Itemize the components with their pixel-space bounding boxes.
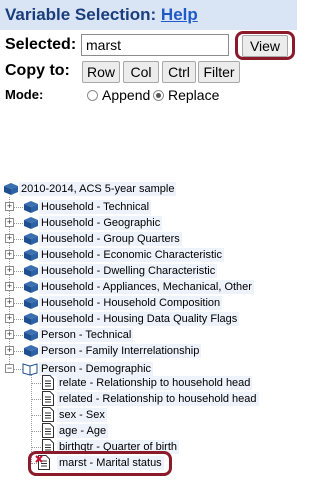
book-icon: [24, 345, 38, 357]
expand-icon[interactable]: +: [5, 234, 14, 243]
book-icon: [24, 281, 38, 293]
tree-variable[interactable]: age - Age: [0, 423, 297, 439]
tree-variable[interactable]: sex - Sex: [0, 407, 297, 423]
tree-group-label: Household - Appliances, Mechanical, Othe…: [39, 280, 254, 294]
document-icon: [42, 407, 54, 422]
document-icon: [42, 391, 54, 406]
tree-root-label: 2010-2014, ACS 5-year sample: [19, 182, 177, 196]
book-icon: [24, 329, 38, 341]
tree-group-label: Person - Demographic: [39, 362, 154, 376]
book-icon: [24, 313, 38, 325]
tree-line: [31, 447, 41, 448]
tree-group[interactable]: + Household - Appliances, Mechanical, Ot…: [0, 279, 297, 295]
selected-variable-highlight: [28, 451, 172, 476]
tree-variable-label: sex - Sex: [57, 408, 107, 422]
expand-icon[interactable]: +: [5, 282, 14, 291]
tree-variable-label: relate - Relationship to household head: [57, 376, 253, 390]
expand-icon[interactable]: +: [5, 346, 14, 355]
tree-group-label: Household - Household Composition: [39, 296, 223, 310]
tree-group[interactable]: + Household - Geographic: [0, 215, 297, 231]
tree-variable-label: related - Relationship to household head: [57, 392, 259, 406]
variable-tree: 2010-2014, ACS 5-year sample + Household…: [0, 0, 297, 500]
document-icon: [42, 375, 54, 390]
book-icon: [24, 297, 38, 309]
tree-group[interactable]: + Household - Group Quarters: [0, 231, 297, 247]
tree-group[interactable]: + Household - Technical: [0, 199, 297, 215]
tree-root[interactable]: 2010-2014, ACS 5-year sample: [0, 181, 297, 197]
tree-variable[interactable]: relate - Relationship to household head: [0, 375, 297, 391]
tree-variable[interactable]: related - Relationship to household head: [0, 391, 297, 407]
tree-group-label: Person - Technical: [39, 328, 134, 342]
expand-icon[interactable]: +: [5, 202, 14, 211]
expand-icon[interactable]: +: [5, 298, 14, 307]
tree-group[interactable]: + Person - Technical: [0, 327, 297, 343]
book-icon: [24, 233, 38, 245]
expand-icon[interactable]: +: [5, 250, 14, 259]
expand-icon[interactable]: +: [5, 314, 14, 323]
tree-group[interactable]: + Person - Family Interrelationship: [0, 343, 297, 359]
open-book-icon: [22, 363, 38, 376]
tree-line: [31, 383, 41, 384]
expand-icon[interactable]: +: [5, 330, 14, 339]
tree-line: [31, 399, 41, 400]
collapse-icon[interactable]: −: [5, 364, 14, 373]
tree-group-label: Household - Technical: [39, 200, 152, 214]
tree-group-label: Person - Family Interrelationship: [39, 344, 202, 358]
tree-group-label: Household - Dwelling Characteristic: [39, 264, 218, 278]
tree-group-label: Household - Housing Data Quality Flags: [39, 312, 240, 326]
tree-group[interactable]: + Household - Dwelling Characteristic: [0, 263, 297, 279]
tree-group[interactable]: + Household - Economic Characteristic: [0, 247, 297, 263]
document-icon: [42, 423, 54, 438]
book-icon: [24, 265, 38, 277]
tree-group-label: Household - Group Quarters: [39, 232, 182, 246]
book-icon: [24, 201, 38, 213]
expand-icon[interactable]: +: [5, 266, 14, 275]
tree-group[interactable]: + Household - Household Composition: [0, 295, 297, 311]
tree-group[interactable]: + Household - Housing Data Quality Flags: [0, 311, 297, 327]
tree-line: [31, 431, 41, 432]
tree-variable-label: age - Age: [57, 424, 109, 438]
expand-icon[interactable]: +: [5, 218, 14, 227]
book-icon: [4, 183, 18, 195]
tree-line: [31, 415, 41, 416]
tree-group-label: Household - Geographic: [39, 216, 163, 230]
book-icon: [24, 217, 38, 229]
tree-group-label: Household - Economic Characteristic: [39, 248, 224, 262]
book-icon: [24, 249, 38, 261]
